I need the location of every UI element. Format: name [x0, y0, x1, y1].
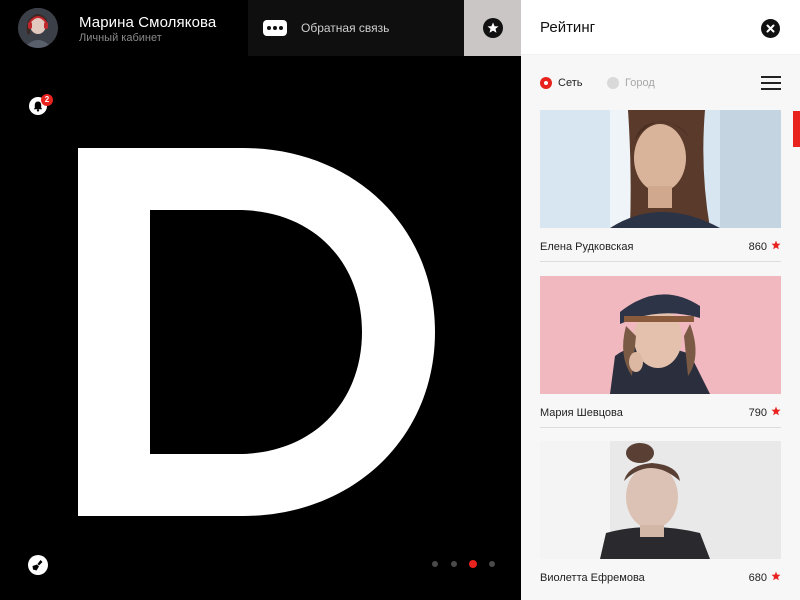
- radio-selected-icon: [540, 77, 552, 89]
- personal-account-link[interactable]: Личный кабинет: [79, 32, 162, 44]
- rating-tab-button[interactable]: [464, 0, 521, 56]
- person-photo: [540, 441, 781, 559]
- notification-badge: 2: [41, 94, 53, 106]
- rating-panel: Рейтинг Сеть Город Елена Рудковская 860 …: [521, 0, 800, 600]
- hamburger-menu-icon[interactable]: [761, 76, 781, 90]
- pager-dot[interactable]: [432, 561, 438, 567]
- star-icon: [771, 571, 781, 581]
- rating-panel-header: Рейтинг: [521, 0, 800, 55]
- filter-city-label: Город: [625, 77, 655, 89]
- chat-bubble-icon: [263, 20, 287, 36]
- divider: [540, 261, 781, 262]
- feedback-button[interactable]: Обратная связь: [248, 0, 464, 56]
- person-score: 790: [748, 407, 767, 419]
- pager-dot[interactable]: [451, 561, 457, 567]
- radio-unselected-icon: [607, 77, 619, 89]
- rating-panel-title: Рейтинг: [540, 19, 596, 36]
- close-icon[interactable]: [761, 19, 780, 38]
- user-name[interactable]: Марина Смолякова: [79, 14, 216, 31]
- feedback-label: Обратная связь: [301, 21, 390, 35]
- user-profile[interactable]: Марина Смолякова Личный кабинет: [0, 0, 248, 56]
- hero-letter-logo: [78, 148, 438, 516]
- person-score: 860: [748, 241, 767, 253]
- star-icon: [771, 240, 781, 250]
- filter-network-label: Сеть: [558, 77, 583, 89]
- star-icon: [483, 18, 503, 38]
- person-photo: [540, 276, 781, 394]
- person-score: 680: [748, 572, 767, 584]
- pager-dot[interactable]: [489, 561, 495, 567]
- person-photo: [540, 110, 781, 228]
- rating-list-area: Сеть Город Елена Рудковская 860 Мария Ше…: [521, 55, 800, 600]
- broom-icon[interactable]: [28, 555, 48, 575]
- person-name: Елена Рудковская: [540, 241, 634, 253]
- divider: [540, 427, 781, 428]
- person-name: Виолетта Ефремова: [540, 572, 645, 584]
- person-name: Мария Шевцова: [540, 407, 623, 419]
- scroll-indicator[interactable]: [793, 111, 800, 147]
- avatar[interactable]: [18, 8, 58, 48]
- pager-dot-active[interactable]: [469, 560, 477, 568]
- star-icon: [771, 406, 781, 416]
